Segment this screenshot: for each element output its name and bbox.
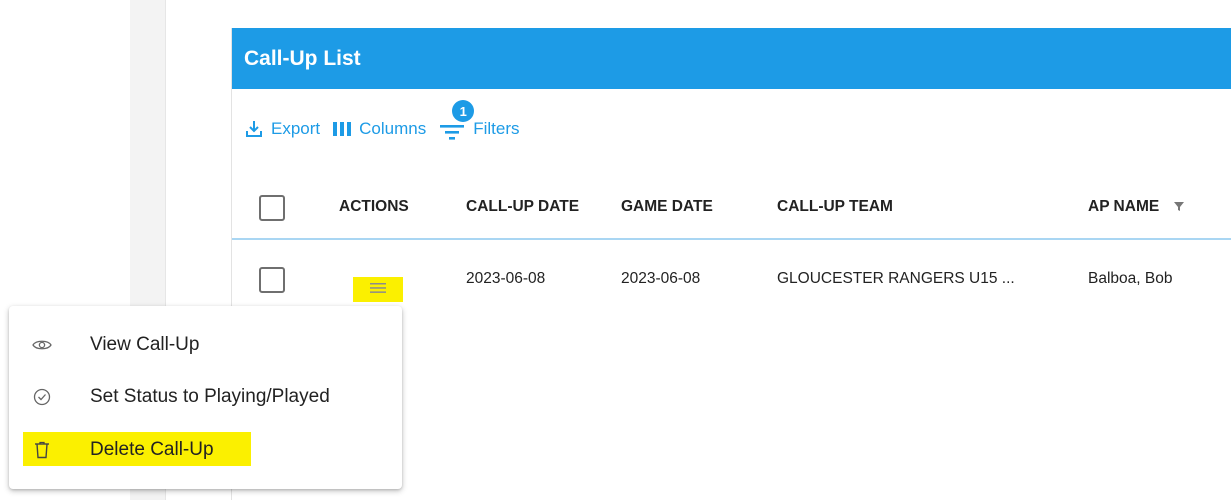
check-circle-icon: [32, 387, 52, 407]
column-header-actions[interactable]: ACTIONS: [339, 198, 409, 216]
row-checkbox[interactable]: [259, 267, 285, 293]
ap-name-label: AP NAME: [1088, 198, 1160, 216]
menu-item-set-status[interactable]: Set Status to Playing/Played: [9, 375, 402, 419]
card-header: Call-Up List: [232, 28, 1231, 89]
column-header-callup-team[interactable]: CALL-UP TEAM: [777, 198, 893, 216]
menu-label-set-status: Set Status to Playing/Played: [90, 386, 330, 407]
menu-item-view-callup[interactable]: View Call-Up: [9, 323, 402, 367]
column-header-game-date[interactable]: GAME DATE: [621, 198, 713, 216]
cell-callup-date: 2023-06-08: [466, 270, 546, 287]
column-header-ap-name[interactable]: AP NAME: [1088, 198, 1184, 216]
export-label: Export: [271, 119, 321, 138]
cell-ap-name: Balboa, Bob: [1088, 270, 1173, 287]
columns-label: Columns: [359, 119, 427, 138]
menu-item-delete-callup[interactable]: Delete Call-Up: [9, 428, 402, 472]
export-button[interactable]: Export: [244, 119, 320, 139]
columns-button[interactable]: Columns: [332, 119, 426, 139]
eye-icon: [32, 335, 52, 355]
cell-callup-team: GLOUCESTER RANGERS U15 ...: [777, 270, 1015, 287]
table-row[interactable]: 2023-06-08 2023-06-08 GLOUCESTER RANGERS…: [232, 243, 1231, 303]
download-icon: [244, 119, 264, 139]
row-actions-context-menu: View Call-Up Set Status to Playing/Playe…: [9, 306, 402, 489]
cell-game-date: 2023-06-08: [621, 270, 701, 287]
filters-label: Filters: [473, 119, 520, 138]
menu-icon: [369, 281, 387, 299]
columns-icon: [332, 120, 352, 138]
menu-label-view: View Call-Up: [90, 334, 200, 355]
menu-label-delete: Delete Call-Up: [90, 439, 214, 460]
filter-icon-wrapper: 1: [438, 100, 475, 144]
trash-icon: [32, 440, 52, 460]
filters-button[interactable]: 1 Filters: [438, 100, 520, 144]
table-header: ACTIONS CALL-UP DATE GAME DATE CALL-UP T…: [232, 178, 1231, 240]
grid-toolbar: Export Columns 1 Filters: [244, 100, 532, 144]
select-all-checkbox[interactable]: [259, 195, 285, 221]
column-header-callup-date[interactable]: CALL-UP DATE: [466, 198, 579, 216]
filter-count-badge: 1: [452, 100, 475, 122]
row-actions-menu-button[interactable]: [353, 277, 403, 302]
filter-funnel-icon[interactable]: [1173, 198, 1184, 216]
card-title: Call-Up List: [244, 46, 361, 70]
page: Call-Up List Export Columns 1 Filters AC…: [0, 0, 1231, 500]
